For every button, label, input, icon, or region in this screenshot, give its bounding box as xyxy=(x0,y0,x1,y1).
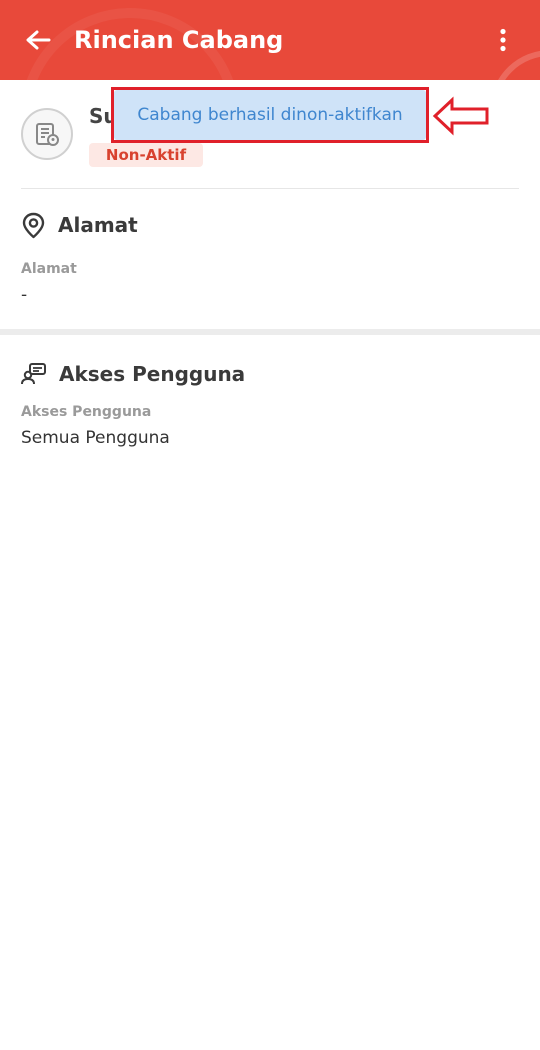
user-chat-icon xyxy=(21,363,46,385)
section-divider xyxy=(0,329,540,335)
page-title: Rincian Cabang xyxy=(74,26,284,54)
app-bar: Rincian Cabang xyxy=(0,0,540,80)
address-section-title: Alamat xyxy=(58,213,138,237)
more-options-button[interactable] xyxy=(488,22,518,58)
divider xyxy=(21,188,519,189)
access-section-title: Akses Pengguna xyxy=(59,362,246,386)
status-badge: Non-Aktif xyxy=(89,143,203,167)
arrow-left-outline-icon xyxy=(432,96,489,136)
address-field-label: Alamat xyxy=(21,261,77,277)
back-button[interactable] xyxy=(20,22,56,58)
address-field-value: - xyxy=(21,285,28,305)
access-section-header: Akses Pengguna xyxy=(21,360,245,388)
access-field-value: Semua Pengguna xyxy=(21,428,170,448)
annotation-highlight-box xyxy=(111,87,429,143)
branch-building-icon xyxy=(36,123,59,146)
location-pin-icon xyxy=(22,212,45,238)
address-section-header: Alamat xyxy=(21,211,138,239)
more-vertical-icon xyxy=(500,28,506,52)
branch-avatar xyxy=(21,108,73,160)
arrow-left-icon xyxy=(26,30,51,50)
access-field-label: Akses Pengguna xyxy=(21,404,152,420)
